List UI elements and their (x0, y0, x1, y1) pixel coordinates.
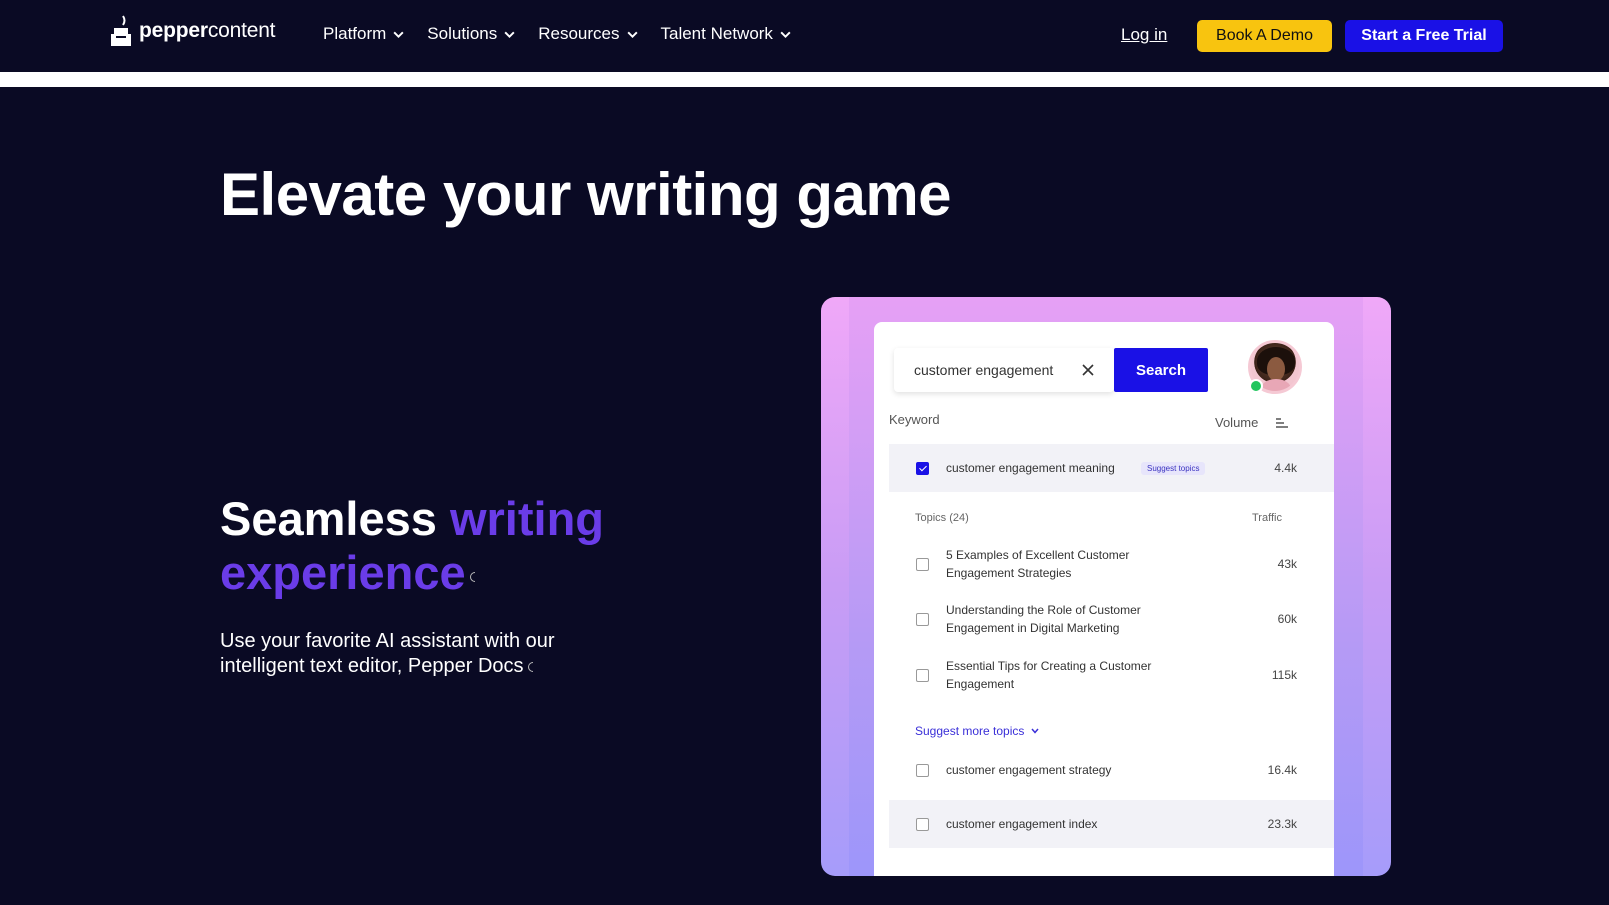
feature-description: Use your favorite AI assistant with our … (220, 629, 600, 679)
book-demo-button[interactable]: Book A Demo (1197, 20, 1332, 52)
product-demo-card: customer engagement Search Keyword Volum… (821, 297, 1391, 876)
chevron-down-icon (504, 31, 515, 38)
topic-label: Understanding the Role of Customer Engag… (946, 603, 1141, 635)
keyword-row[interactable]: customer engagement strategy 16.4k (889, 750, 1334, 790)
menu-platform-label: Platform (323, 24, 387, 43)
topic-label: Essential Tips for Creating a Customer E… (946, 659, 1152, 691)
feature-title-white: Seamless (220, 492, 450, 545)
menu-platform[interactable]: Platform (323, 24, 405, 44)
keyword-research-panel: customer engagement Search Keyword Volum… (874, 322, 1334, 876)
keyword-column-header: Keyword (889, 412, 940, 427)
suggest-topics-badge[interactable]: Suggest topics (1141, 461, 1206, 475)
keyword-row[interactable]: customer engagement meaning Suggest topi… (889, 444, 1334, 492)
chevron-down-icon (393, 31, 404, 38)
sort-icon[interactable] (1276, 418, 1288, 428)
menu-resources-label: Resources (538, 24, 620, 43)
topics-header: Topics (24) (915, 512, 969, 524)
free-trial-button[interactable]: Start a Free Trial (1345, 20, 1503, 52)
search-button[interactable]: Search (1114, 348, 1208, 392)
typing-cursor-icon (469, 571, 475, 582)
keyword-label: customer engagement strategy (946, 763, 1112, 777)
menu-resources[interactable]: Resources (538, 24, 638, 44)
keyword-volume: 4.4k (1274, 461, 1297, 475)
suggest-more-label: Suggest more topics (915, 724, 1025, 738)
avatar-body (1261, 379, 1291, 391)
volume-column-header[interactable]: Volume (1215, 415, 1258, 430)
close-icon[interactable] (1081, 363, 1095, 377)
traffic-header: Traffic (1252, 512, 1282, 524)
checkbox[interactable] (916, 557, 929, 571)
checkbox[interactable] (916, 817, 929, 831)
checkbox[interactable] (916, 612, 929, 626)
online-status-dot (1249, 379, 1263, 393)
topic-row[interactable]: 5 Examples of Excellent Customer Engagem… (889, 544, 1334, 584)
topic-row[interactable]: Essential Tips for Creating a Customer E… (889, 655, 1334, 695)
feature-description-text: Use your favorite AI assistant with our … (220, 630, 555, 677)
checkbox[interactable] (916, 668, 929, 682)
checkbox[interactable] (916, 461, 929, 475)
header-divider (0, 72, 1609, 87)
main-menu: Platform Solutions Resources Talent Netw… (323, 24, 792, 44)
menu-solutions-label: Solutions (427, 24, 498, 43)
topic-traffic: 115k (1271, 668, 1297, 682)
search-input-value: customer engagement (914, 362, 1054, 378)
menu-talent-network[interactable]: Talent Network (661, 24, 792, 44)
topic-label: 5 Examples of Excellent Customer Engagem… (946, 548, 1130, 580)
chevron-down-icon (780, 31, 791, 38)
suggest-more-topics-link[interactable]: Suggest more topics (915, 724, 1040, 738)
top-navbar: peppercontent Platform Solutions Resourc… (0, 0, 1609, 72)
feature-title-purple-1: writing (449, 492, 604, 545)
menu-talent-network-label: Talent Network (660, 24, 773, 43)
menu-solutions[interactable]: Solutions (427, 24, 516, 44)
login-link[interactable]: Log in (1121, 25, 1167, 45)
chevron-down-icon (1031, 728, 1039, 734)
hero-title: Elevate your writing game (220, 161, 952, 228)
brand-wordmark: peppercontent (139, 19, 276, 42)
topic-traffic: 60k (1277, 612, 1297, 626)
feature-title: Seamless writing experience (220, 492, 680, 600)
topic-traffic: 43k (1277, 557, 1297, 571)
keyword-volume: 16.4k (1267, 763, 1297, 777)
avatar-face (1267, 357, 1285, 381)
brand-logo[interactable]: peppercontent (109, 14, 276, 48)
chevron-down-icon (626, 31, 638, 38)
keyword-label: customer engagement index (946, 817, 1098, 831)
checkbox[interactable] (916, 763, 929, 777)
pepper-logo-icon (111, 15, 131, 46)
typing-cursor-icon (527, 661, 533, 672)
topic-row[interactable]: Understanding the Role of Customer Engag… (889, 599, 1334, 639)
keyword-row[interactable]: customer engagement index 23.3k (889, 800, 1334, 848)
keyword-volume: 23.3k (1267, 817, 1297, 831)
feature-title-purple-2: experience (220, 546, 466, 599)
